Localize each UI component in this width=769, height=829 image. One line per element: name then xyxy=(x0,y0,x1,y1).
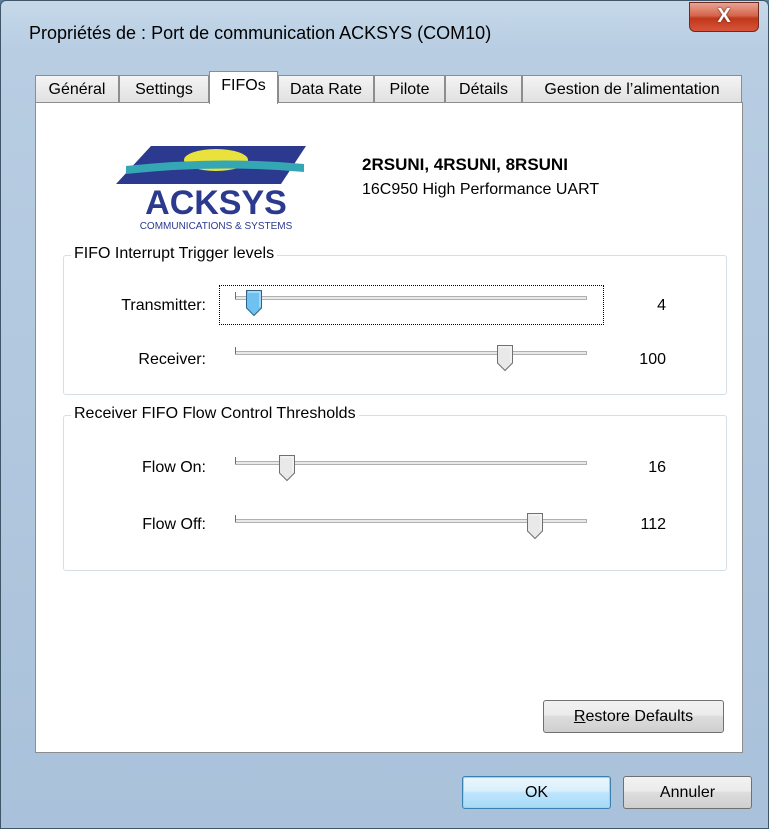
cancel-button[interactable]: Annuler xyxy=(623,776,752,809)
ok-button[interactable]: OK xyxy=(462,776,611,809)
product-title: 2RSUNI, 4RSUNI, 8RSUNI xyxy=(362,155,568,174)
tab-pilote[interactable]: Pilote xyxy=(374,75,445,103)
receiver-slider-thumb[interactable] xyxy=(496,344,514,372)
flow-off-value: 112 xyxy=(640,516,666,533)
receiver-track[interactable] xyxy=(235,351,587,355)
tab-settings[interactable]: Settings xyxy=(119,75,209,103)
transmitter-value: 4 xyxy=(657,297,666,314)
fifo-trigger-group-title: FIFO Interrupt Trigger levels xyxy=(71,245,278,263)
transmitter-tick xyxy=(235,292,236,299)
flow-on-slider-thumb[interactable] xyxy=(278,454,296,482)
tab-details[interactable]: Détails xyxy=(445,75,522,103)
acksys-logo: ACKSYS COMMUNICATIONS & SYSTEMS xyxy=(116,146,306,232)
flow-on-value: 16 xyxy=(648,459,666,476)
transmitter-slider-thumb[interactable] xyxy=(245,289,263,317)
close-icon: X xyxy=(717,5,731,27)
transmitter-label: Transmitter: xyxy=(121,297,206,314)
title-bar[interactable]: Propriétés de : Port de communication AC… xyxy=(1,1,768,63)
flow-off-label: Flow Off: xyxy=(142,516,206,533)
restore-defaults-label: estore Defaults xyxy=(585,708,694,725)
transmitter-focus-rect xyxy=(219,285,604,325)
flow-control-group: Receiver FIFO Flow Control Thresholds xyxy=(63,405,727,571)
properties-dialog: Propriétés de : Port de communication AC… xyxy=(0,0,769,829)
logo-tagline: COMMUNICATIONS & SYSTEMS xyxy=(140,221,293,232)
fifo-trigger-group: FIFO Interrupt Trigger levels xyxy=(63,245,727,395)
restore-defaults-button[interactable]: Restore Defaults xyxy=(543,700,724,733)
window-title: Propriétés de : Port de communication AC… xyxy=(29,23,492,43)
restore-accelerator: R xyxy=(573,708,586,725)
tab-data-rate[interactable]: Data Rate xyxy=(278,75,374,103)
receiver-label: Receiver: xyxy=(138,351,206,368)
tab-fifos[interactable]: FIFOs xyxy=(209,71,278,104)
fifos-panel: ACKSYS COMMUNICATIONS & SYSTEMS 2RSUNI, … xyxy=(35,102,743,753)
receiver-tick xyxy=(235,347,236,354)
flow-on-label: Flow On: xyxy=(141,459,206,476)
tab-power-management[interactable]: Gestion de l’alimentation xyxy=(522,75,742,103)
receiver-value: 100 xyxy=(639,351,666,368)
close-button[interactable]: X xyxy=(689,2,759,32)
logo-wordmark: ACKSYS xyxy=(145,184,287,222)
flow-on-tick xyxy=(235,457,236,464)
flow-off-slider-thumb[interactable] xyxy=(526,512,544,540)
transmitter-track[interactable] xyxy=(235,296,587,300)
product-subtitle: 16C950 High Performance UART xyxy=(362,181,600,198)
flow-control-group-title: Receiver FIFO Flow Control Thresholds xyxy=(71,405,359,423)
tab-general[interactable]: Général xyxy=(35,75,119,103)
flow-off-tick xyxy=(235,515,236,522)
